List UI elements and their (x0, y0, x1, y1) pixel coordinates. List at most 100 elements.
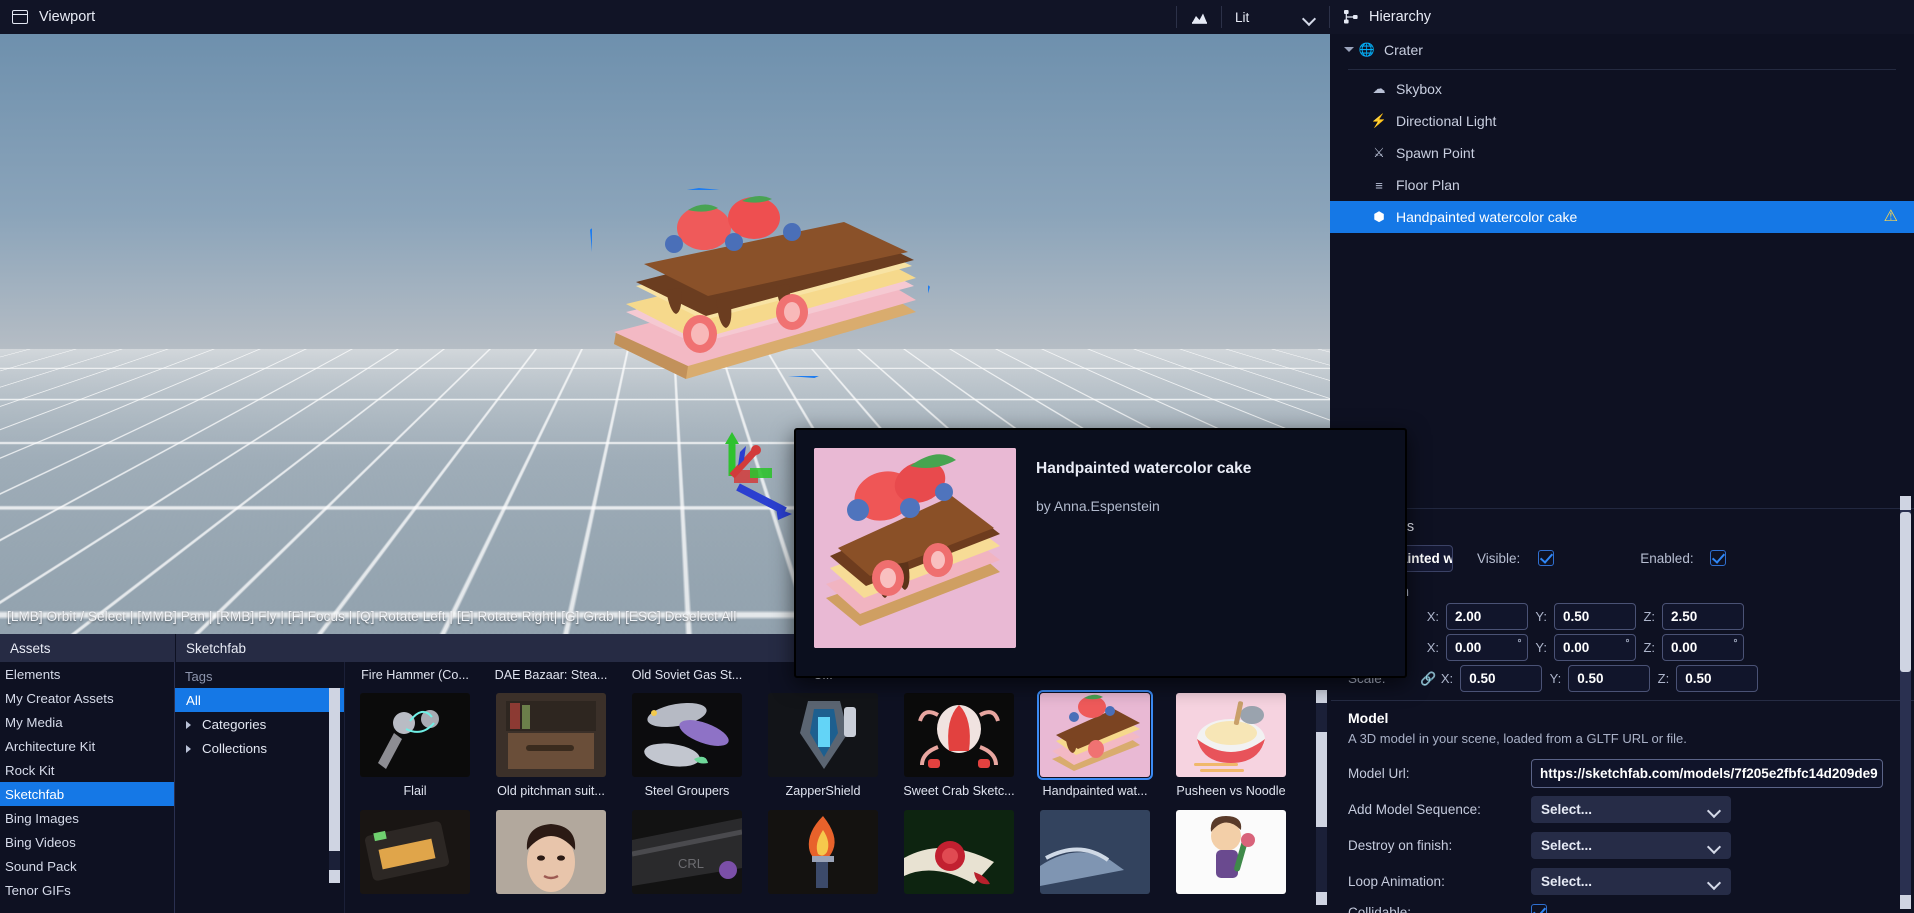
category-label: Sketchfab (5, 786, 65, 802)
rotation-x-field[interactable]: 0.00 ° (1446, 634, 1528, 661)
selected-model-cake[interactable] (590, 188, 946, 394)
hierarchy-item-spawn-point[interactable]: ⚔ Spawn Point (1330, 137, 1914, 169)
position-x-field[interactable]: 2.00 (1446, 603, 1528, 630)
cake-art (1040, 693, 1150, 777)
sidebar-item-my-creator-assets[interactable]: My Creator Assets (0, 686, 174, 710)
tag-item-categories[interactable]: Categories (175, 712, 344, 736)
scroll-down-arrow[interactable] (1316, 892, 1327, 905)
hierarchy-root-crater[interactable]: 🌐 Crater (1330, 34, 1914, 66)
add-model-sequence-row: Add Model Sequence: Select... (1330, 791, 1914, 827)
axis-y-label: Y: (1535, 640, 1547, 655)
position-z-field[interactable]: 2.50 (1662, 603, 1744, 630)
asset-preview-popup: Handpainted watercolor cake by Anna.Espe… (794, 428, 1407, 678)
scrollbar-thumb[interactable] (1900, 512, 1911, 672)
sidebar-item-my-media[interactable]: My Media (0, 710, 174, 734)
tags-scrollbar[interactable] (329, 688, 340, 883)
sidebar-item-architecture-kit[interactable]: Architecture Kit (0, 734, 174, 758)
asset-card-row2[interactable] (755, 810, 891, 894)
asset-card-pusheen-vs-noodle[interactable]: Pusheen vs Noodle (1163, 693, 1299, 798)
spawn-icon: ⚔ (1373, 145, 1385, 160)
shading-mode-icon[interactable] (1177, 0, 1221, 34)
asset-card-row2[interactable] (483, 810, 619, 894)
add-model-sequence-label: Add Model Sequence: (1348, 801, 1481, 817)
loop-animation-select[interactable]: Select... (1531, 867, 1731, 895)
asset-card-flail[interactable]: Flail (347, 693, 483, 798)
clipped-label: Fire Hammer (Co... (361, 668, 469, 682)
sidebar-item-bing-videos[interactable]: Bing Videos (0, 830, 174, 854)
axis-y-label: Y: (1549, 671, 1562, 686)
hierarchy-item-skybox[interactable]: ☁ Skybox (1330, 73, 1914, 105)
warning-triangle-icon[interactable]: ⚠ (1884, 209, 1898, 225)
asset-thumbnail (768, 693, 878, 777)
rotation-y-field[interactable]: 0.00 ° (1554, 634, 1636, 661)
clipped-label: DAE Bazaar: Stea... (494, 668, 608, 682)
properties-title: Properties (1330, 509, 1914, 535)
collidable-checkbox[interactable] (1531, 904, 1547, 913)
loop-animation-label: Loop Animation: (1348, 873, 1445, 889)
battery-art (360, 810, 470, 894)
visible-label: Visible: (1477, 550, 1521, 566)
asset-card-old-pitchman-suit[interactable]: Old pitchman suit... (483, 693, 619, 798)
scroll-up-arrow[interactable] (1900, 496, 1911, 510)
asset-card-steel-groupers[interactable]: Steel Groupers (619, 693, 755, 798)
add-model-sequence-select[interactable]: Select... (1531, 795, 1731, 823)
hierarchy-root-label: Crater (1384, 42, 1423, 58)
scrollbar-thumb[interactable] (1316, 732, 1327, 827)
enabled-label: Enabled: (1640, 550, 1694, 566)
sidebar-item-tenor-gifs[interactable]: Tenor GIFs (0, 878, 174, 902)
asset-card-row2[interactable] (347, 810, 483, 894)
asset-card-zappershield[interactable]: ZapperShield (755, 693, 891, 798)
position-y-field[interactable]: 0.50 (1554, 603, 1636, 630)
sidebar-item-elements[interactable]: Elements (0, 662, 174, 686)
results-scrollbar[interactable] (1316, 690, 1327, 905)
rotation-x-value: 0.00 (1455, 640, 1482, 655)
scale-y-field[interactable]: 0.50 (1568, 665, 1651, 692)
asset-card-row2[interactable] (1163, 810, 1299, 894)
scale-z-field[interactable]: 0.50 (1676, 665, 1759, 692)
transform-section-label-row: Transform (1330, 575, 1914, 601)
asset-thumbnail (360, 693, 470, 777)
hierarchy-item-directional-light[interactable]: ⚡ Directional Light (1330, 105, 1914, 137)
category-label: Rock Kit (5, 762, 55, 778)
asset-thumbnail (1040, 810, 1150, 894)
asset-card-row2[interactable] (891, 810, 1027, 894)
hierarchy-item-floor-plan[interactable]: ≡ Floor Plan (1330, 169, 1914, 201)
shading-mode-dropdown[interactable]: Lit (1222, 0, 1329, 34)
chevron-down-icon (1708, 839, 1721, 852)
sidebar-item-rock-kit[interactable]: Rock Kit (0, 758, 174, 782)
viewport-label: Viewport (39, 9, 96, 25)
sidebar-item-bing-images[interactable]: Bing Images (0, 806, 174, 830)
top-bar: Viewport Lit Hierarchy (0, 0, 1914, 34)
model-url-field[interactable]: https://sketchfab.com/models/7f205e2fbfc… (1531, 758, 1883, 788)
asset-card-row2[interactable] (1027, 810, 1163, 894)
scroll-up-arrow[interactable] (329, 688, 340, 701)
scroll-down-arrow[interactable] (329, 870, 340, 883)
asset-label: ZapperShield (785, 784, 861, 798)
scale-x-field[interactable]: 0.50 (1460, 665, 1543, 692)
tag-item-all[interactable]: All (175, 688, 344, 712)
scroll-up-arrow[interactable] (1316, 690, 1327, 703)
axis-x-label: X: (1440, 671, 1454, 686)
rotation-z-field[interactable]: 0.00 ° (1662, 634, 1744, 661)
asset-thumbnail (1176, 810, 1286, 894)
shading-mode-glyph (1191, 13, 1207, 24)
tag-item-collections[interactable]: Collections (175, 736, 344, 760)
asset-card-sweet-crab-sketch[interactable]: Sweet Crab Sketc... (891, 693, 1027, 798)
asset-card-row2[interactable]: CRL (619, 810, 755, 894)
properties-scrollbar[interactable] (1900, 496, 1911, 909)
hierarchy-item-handpainted-watercolor-cake[interactable]: ⬢ Handpainted watercolor cake ⚠ (1330, 201, 1914, 233)
chibi-art (1176, 810, 1286, 894)
sidebar-item-sketchfab[interactable]: Sketchfab (0, 782, 174, 806)
sidebar-item-sound-pack[interactable]: Sound Pack (0, 854, 174, 878)
scrollbar-thumb[interactable] (329, 701, 340, 851)
add-model-sequence-value: Select... (1541, 801, 1593, 817)
properties-identity-row: Handpainted w Visible: Enabled: (1330, 541, 1914, 575)
model-url-row: Model Url: https://sketchfab.com/models/… (1330, 755, 1914, 791)
asset-card-handpainted-watercolor-cake[interactable]: Handpainted wat... (1027, 690, 1163, 798)
chevron-down-icon[interactable] (1344, 45, 1354, 55)
enabled-checkbox[interactable] (1709, 550, 1726, 566)
visible-checkbox[interactable] (1538, 550, 1555, 566)
destroy-on-finish-select[interactable]: Select... (1531, 831, 1731, 859)
scroll-down-arrow[interactable] (1900, 895, 1911, 909)
link-icon[interactable]: 🔗 (1420, 671, 1436, 687)
